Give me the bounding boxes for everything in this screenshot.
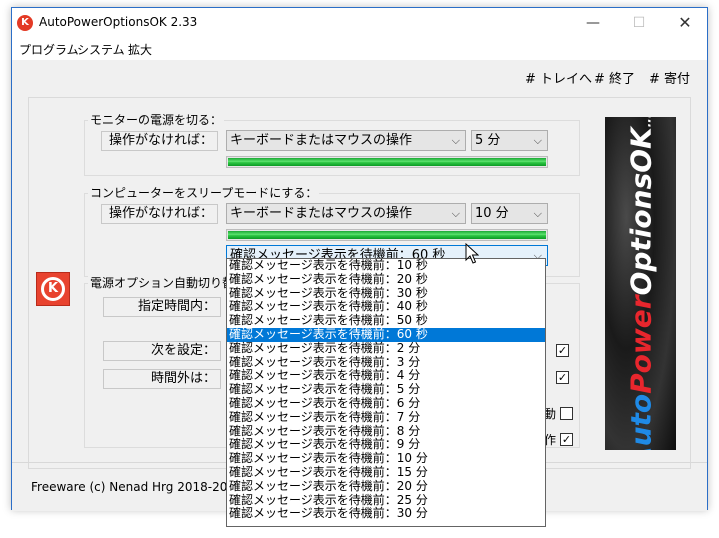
chevron-down-icon: ⌵ [451, 134, 460, 147]
within-time-label: 指定時間内： [103, 297, 221, 317]
sleep-time-select[interactable]: 10 分 ⌵ [471, 203, 548, 224]
monitor-group-title: モニターの電源を切る： [88, 111, 225, 128]
dropdown-option[interactable]: 確認メッセージ表示を待機前：6 分 [227, 396, 545, 411]
autopoweroptionsok-banner: AutoPowerOptionsOK...... [605, 117, 676, 450]
autostart-checkbox[interactable] [560, 407, 573, 420]
minimize-button[interactable]: — [570, 8, 616, 38]
menu-program[interactable]: プログラム [19, 41, 79, 58]
set-next-checkbox[interactable]: ✓ [556, 344, 569, 357]
menu-system[interactable]: システム [77, 41, 125, 58]
dropdown-option[interactable]: 確認メッセージ表示を待機前：20 秒 [227, 272, 545, 287]
dropdown-option[interactable]: 確認メッセージ表示を待機前：5 分 [227, 382, 545, 397]
sleep-idle-label: 操作がなければ： [101, 204, 218, 224]
title-bar[interactable]: K AutoPowerOptionsOK 2.33 — ☐ ✕ [12, 8, 707, 38]
monitor-idle-label: 操作がなければ： [101, 131, 218, 151]
chevron-down-icon: ⌵ [533, 134, 542, 147]
chevron-down-icon: ⌵ [451, 207, 460, 220]
dropdown-option[interactable]: 確認メッセージ表示を待機前：50 秒 [227, 313, 545, 328]
sleep-progress-bar [226, 229, 548, 241]
to-tray-link[interactable]: # トレイへ [525, 68, 592, 87]
set-next-label: 次を設定： [103, 341, 221, 361]
sleep-progress-fill [228, 231, 546, 239]
menu-zoom[interactable]: 拡大 [128, 41, 152, 58]
monitor-condition-select[interactable]: キーボードまたはマウスの操作 ⌵ [226, 130, 466, 151]
power-switch-group-title: 電源オプション自動切り替 [88, 274, 237, 291]
app-icon[interactable]: K [17, 15, 33, 31]
dropdown-option[interactable]: 確認メッセージ表示を待機前：20 分 [227, 479, 545, 494]
menu-bar: プログラム システム 拡大 [12, 38, 707, 60]
close-button[interactable]: ✕ [662, 8, 708, 38]
window-title: AutoPowerOptionsOK 2.33 [39, 15, 198, 29]
dropdown-option[interactable]: 確認メッセージ表示を待機前：60 秒 [227, 327, 545, 342]
maximize-button[interactable]: ☐ [616, 8, 662, 38]
k-logo-icon: K [36, 272, 70, 306]
dropdown-option[interactable]: 確認メッセージ表示を待機前：10 秒 [227, 259, 545, 273]
dropdown-option[interactable]: 確認メッセージ表示を待機前：2 分 [227, 341, 545, 356]
outside-time-label: 時間外は： [103, 369, 221, 389]
dropdown-option[interactable]: 確認メッセージ表示を待機前：7 分 [227, 410, 545, 425]
outside-time-checkbox[interactable]: ✓ [556, 371, 569, 384]
run-checkbox[interactable]: ✓ [560, 433, 573, 446]
monitor-time-select[interactable]: 5 分 ⌵ [471, 130, 548, 151]
sleep-condition-select[interactable]: キーボードまたはマウスの操作 ⌵ [226, 203, 466, 224]
copyright-text: Freeware (c) Nenad Hrg 2018-20 [31, 480, 228, 494]
sleep-group-title: コンピューターをスリープモードにする： [88, 184, 320, 201]
mouse-cursor-icon [465, 243, 479, 264]
dropdown-option[interactable]: 確認メッセージ表示を待機前：10 分 [227, 451, 545, 466]
chevron-down-icon: ⌵ [533, 207, 542, 220]
monitor-progress-fill [228, 158, 546, 166]
dropdown-option[interactable]: 確認メッセージ表示を待機前：30 分 [227, 507, 545, 521]
donate-link[interactable]: # 寄付 [649, 68, 690, 87]
dropdown-option[interactable]: 確認メッセージ表示を待機前：15 分 [227, 465, 545, 480]
exit-link[interactable]: # 終了 [594, 68, 635, 87]
monitor-progress-bar [226, 156, 548, 168]
confirm-wait-dropdown-list[interactable]: 確認メッセージ表示を待機前：10 秒確認メッセージ表示を待機前：20 秒確認メッ… [226, 258, 546, 527]
